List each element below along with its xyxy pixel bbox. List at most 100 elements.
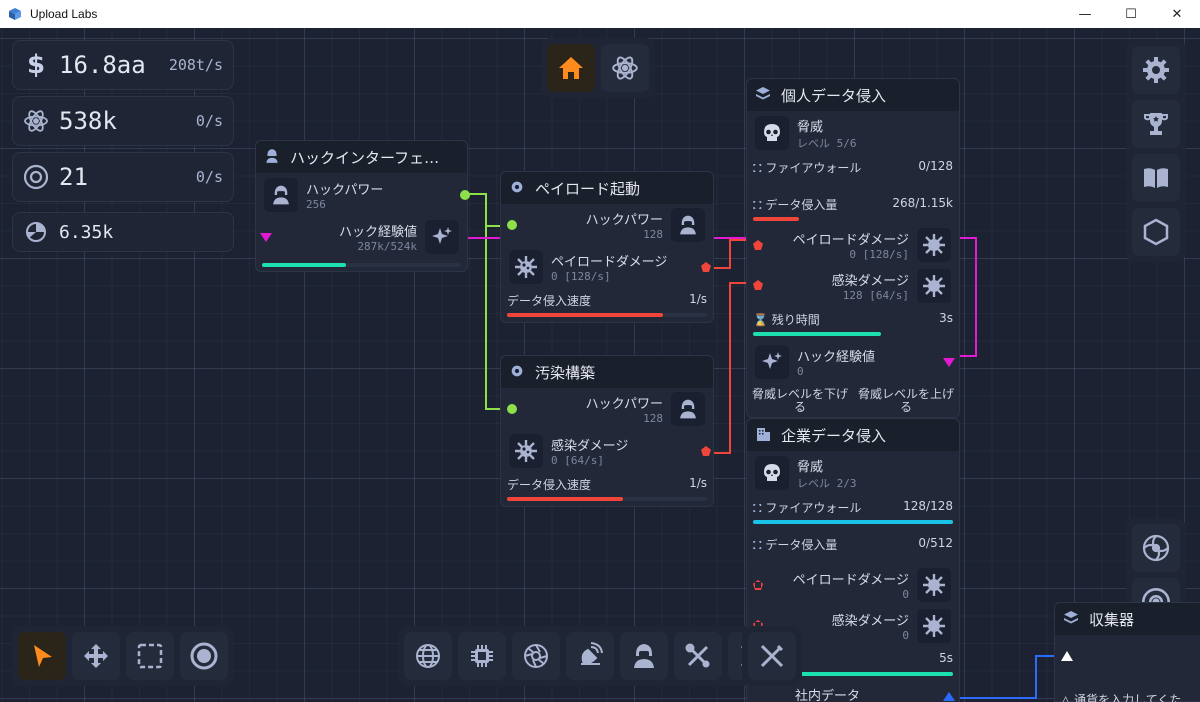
infection-rate-label: データ侵入速度 [507, 478, 592, 492]
node-hack-interface[interactable]: ハックインターフェ… ハックパワー 256 ハック経験値 287k/524k [255, 140, 470, 272]
infection-input-label: ハックパワー [585, 397, 663, 412]
payload-damage-output-port[interactable] [701, 262, 711, 272]
hourglass-icon: ⌛ [753, 313, 768, 327]
token-counter: 21 0/s [12, 152, 234, 202]
lower-threat-button[interactable]: 脅威レベルを下げる [747, 388, 853, 414]
node-header[interactable]: 汚染構築 [501, 356, 713, 388]
infection-hack-power-input-port[interactable] [507, 404, 517, 414]
personal-firewall-label: ファイアウォール [765, 161, 862, 175]
payload-hack-power-input-row: ハックパワー 128 [501, 204, 713, 246]
tools-category-button[interactable] [674, 632, 722, 680]
hexagon-icon [1143, 218, 1169, 246]
corporate-payload-input-row: ペイロードダメージ 0 [747, 565, 959, 605]
node-payload-launch[interactable]: ペイロード起動 ハックパワー 128 ペイロードダメージ 0 [128/s] デ… [500, 171, 714, 323]
research-nav-button[interactable] [601, 44, 649, 92]
hack-xp-input-row: ハック経験値 287k/524k [256, 217, 467, 257]
corporate-firewall-progress [753, 520, 953, 524]
home-button[interactable] [547, 44, 595, 92]
node-personal-data-breach[interactable]: 個人データ侵入 脅威 レベル 5/6 ⛚ ファイアウォール 0/128 ⛚ デー… [746, 78, 960, 418]
sparkle-icon [755, 345, 789, 379]
window-titlebar: Upload Labs — ☐ ✕ [0, 0, 1200, 28]
select-tool-button[interactable] [126, 632, 174, 680]
personal-time-row: ⌛ 残り時間 3s [747, 311, 959, 328]
virus-icon [917, 228, 951, 262]
pencil-ruler-icon [760, 644, 784, 668]
hack-xp-input-port[interactable] [260, 233, 272, 242]
corporate-output-label: 社内データ [795, 688, 861, 702]
node-header[interactable]: 個人データ侵入 [747, 79, 959, 111]
focus-tool-button[interactable] [180, 632, 228, 680]
portal-button[interactable] [1132, 524, 1180, 572]
personal-threat-level: レベル 5/6 [797, 136, 857, 150]
payload-input-label: ハックパワー [585, 213, 663, 228]
personal-payload-input-port[interactable] [753, 240, 763, 250]
infection-rate-value: 1/s [689, 476, 707, 490]
design-category-button-extra[interactable] [748, 632, 796, 680]
node-infection-build[interactable]: 汚染構築 ハックパワー 128 感染ダメージ 0 [64/s] データ侵入速度 … [500, 355, 714, 507]
corporate-data-output-port[interactable] [943, 692, 955, 701]
node-header[interactable]: ペイロード起動 [501, 172, 713, 204]
corporate-infect-value: 0 [902, 629, 909, 642]
corporate-payload-input-port[interactable] [753, 580, 763, 590]
collector-note-text: 通貨を入力してくた [1074, 693, 1182, 702]
payload-hack-power-input-port[interactable] [507, 220, 517, 230]
personal-payload-input-row: ペイロードダメージ 0 [128/s] [747, 225, 959, 265]
virus-icon [917, 609, 951, 643]
token-rate: 0/s [195, 168, 223, 186]
collector-input-port[interactable] [1061, 651, 1073, 661]
hacking-category-button[interactable] [620, 632, 668, 680]
node-header[interactable]: 企業データ侵入 [747, 419, 959, 451]
maximize-button[interactable]: ☐ [1108, 0, 1154, 28]
gear-icon [1143, 57, 1169, 83]
node-header[interactable]: ハックインターフェ… [256, 141, 467, 173]
chip-icon [471, 645, 493, 667]
node-canvas[interactable]: $ 16.8aa 208t/s 538k 0/s 21 0/s 6.35k ハッ… [0, 28, 1200, 702]
minimize-button[interactable]: — [1062, 0, 1108, 28]
warning-icon: △ [1061, 693, 1071, 702]
personal-xp-output-port[interactable] [943, 358, 955, 367]
signal-category-button[interactable] [566, 632, 614, 680]
raise-threat-button[interactable]: 脅威レベルを上げる [853, 388, 959, 414]
hardware-category-button[interactable] [458, 632, 506, 680]
network-category-button[interactable] [404, 632, 452, 680]
node-collector[interactable]: 収集器 △ 通貨を入力してくた [1054, 602, 1200, 702]
personal-infect-input-port[interactable] [753, 280, 763, 290]
circle-target-icon [190, 642, 218, 670]
hack-power-output-port[interactable] [460, 190, 470, 200]
corporate-payload-value: 0 [902, 588, 909, 601]
infection-damage-output-port[interactable] [701, 446, 711, 456]
skull-icon [755, 116, 789, 150]
hack-xp-label: ハック経験値 [338, 225, 417, 240]
personal-threat-controls: 脅威レベルを下げる 脅威レベルを上げる [747, 388, 959, 414]
prestige-button[interactable] [1132, 208, 1180, 256]
shield-icon: ⛚ [753, 538, 762, 552]
infection-rate-progress [507, 497, 707, 501]
node-title: ペイロード起動 [535, 179, 641, 198]
research-rate: 0/s [195, 112, 223, 130]
personal-time-progress [753, 332, 953, 336]
hacker-icon [671, 208, 705, 242]
personal-payload-label: ペイロードダメージ [792, 233, 909, 248]
payload-damage-label: ペイロードダメージ [551, 255, 668, 270]
node-header[interactable]: 収集器 [1055, 603, 1200, 635]
hack-xp-value: 287k/524k [357, 240, 417, 253]
move-tool-button[interactable] [72, 632, 120, 680]
window-title: Upload Labs [30, 7, 98, 21]
target-icon [23, 164, 49, 190]
virus-icon [509, 434, 543, 468]
corporate-firewall-label: ファイアウォール [765, 501, 862, 515]
share-value: 6.35k [59, 221, 114, 243]
hacker-icon [634, 644, 654, 668]
skull-icon [755, 456, 789, 490]
move-icon [84, 644, 108, 668]
achievements-button[interactable] [1132, 100, 1180, 148]
settings-button[interactable] [1132, 46, 1180, 94]
pointer-tool-button[interactable] [18, 632, 66, 680]
lens-category-button[interactable] [512, 632, 560, 680]
personal-breach-label: データ侵入量 [765, 198, 838, 212]
guide-button[interactable] [1132, 154, 1180, 202]
top-nav-panel [541, 38, 655, 98]
payload-damage-output-row: ペイロードダメージ 0 [128/s] [501, 246, 713, 288]
payload-input-value: 128 [643, 228, 663, 241]
close-button[interactable]: ✕ [1154, 0, 1200, 28]
